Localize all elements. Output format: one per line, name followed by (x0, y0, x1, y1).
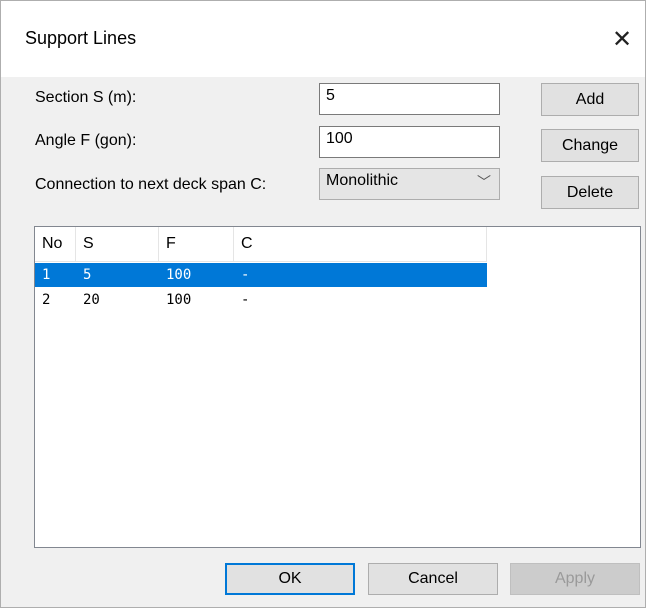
close-icon[interactable]: ✕ (599, 17, 645, 61)
column-header-s[interactable]: S (76, 227, 159, 261)
section-input[interactable]: 5 (319, 83, 500, 115)
add-button[interactable]: Add (541, 83, 639, 116)
delete-button[interactable]: Delete (541, 176, 639, 209)
table-row[interactable]: 2 20 100 - (35, 288, 487, 312)
cell-s: 20 (83, 292, 100, 308)
support-lines-list[interactable]: No S F C 1 5 100 - 2 20 100 - (34, 226, 641, 548)
change-button[interactable]: Change (541, 129, 639, 162)
angle-label: Angle F (gon): (35, 132, 137, 149)
cell-f: 100 (166, 267, 192, 283)
column-header-no[interactable]: No (35, 227, 76, 261)
cell-no: 2 (42, 292, 51, 308)
section-label: Section S (m): (35, 89, 137, 106)
list-header: No S F C (35, 227, 487, 262)
connection-select-value: Monolithic (326, 172, 399, 189)
table-row[interactable]: 1 5 100 - (35, 263, 487, 287)
connection-label: Connection to next deck span C: (35, 176, 267, 193)
column-header-f[interactable]: F (159, 227, 234, 261)
cell-f: 100 (166, 292, 192, 308)
cell-c: - (241, 292, 250, 308)
cell-s: 5 (83, 267, 92, 283)
title-bar: Support Lines ✕ (1, 1, 645, 77)
column-header-c[interactable]: C (234, 227, 487, 261)
apply-button: Apply (510, 563, 640, 595)
connection-select[interactable]: Monolithic ﹀ (319, 168, 500, 200)
chevron-down-icon: ﹀ (477, 174, 491, 190)
cancel-button[interactable]: Cancel (368, 563, 498, 595)
support-lines-dialog: Support Lines ✕ Section S (m): Angle F (… (0, 0, 646, 608)
window-title: Support Lines (25, 28, 137, 48)
cell-no: 1 (42, 267, 51, 283)
cell-c: - (241, 267, 250, 283)
angle-input[interactable]: 100 (319, 126, 500, 158)
ok-button[interactable]: OK (225, 563, 355, 595)
